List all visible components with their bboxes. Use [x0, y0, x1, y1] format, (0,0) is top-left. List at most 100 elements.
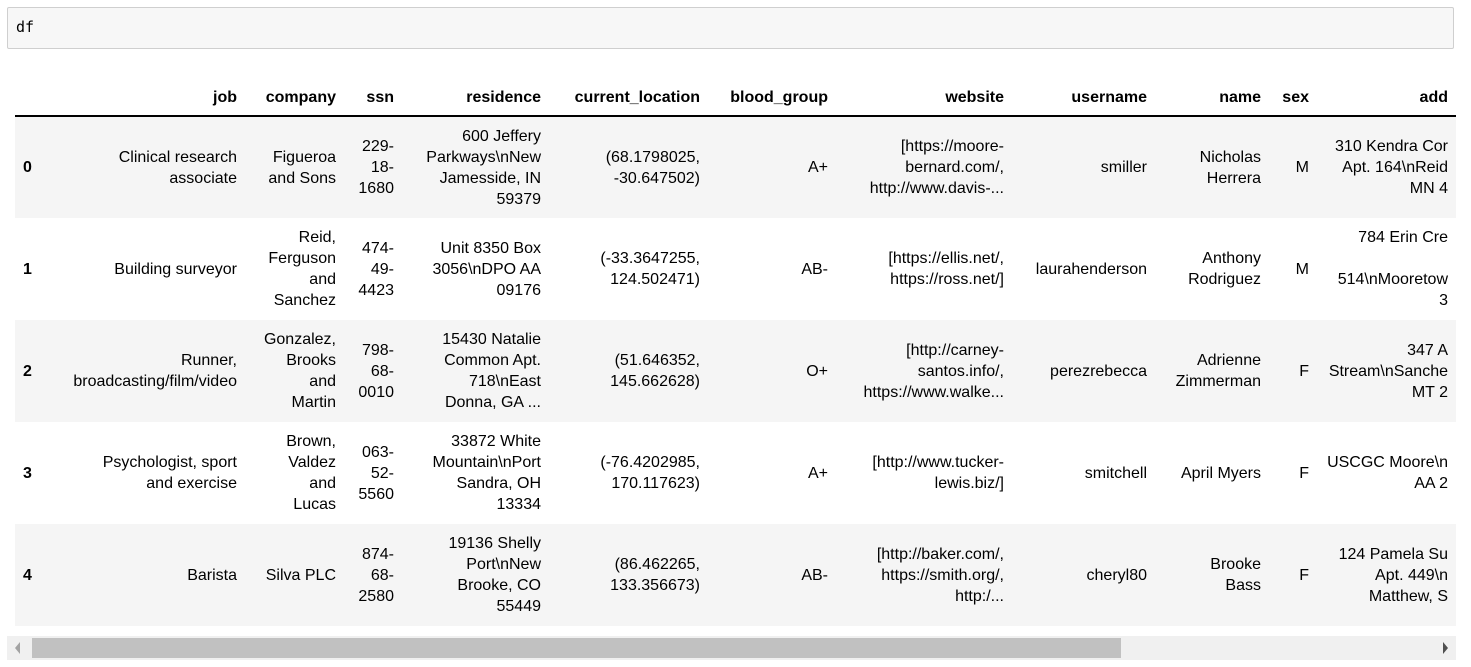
cell-line: Apt. 449\n	[1375, 566, 1448, 584]
cell-line: [http://www.tucker-	[872, 454, 1004, 471]
cell-line: and	[309, 475, 336, 492]
cell-company: Gonzalez, Brooks and Martin	[245, 320, 344, 422]
cell-line: 310 Kendra Cor	[1335, 138, 1448, 155]
cell-line: Barista	[187, 566, 237, 584]
cell-website: [http://baker.com/, https://smith.org/, ht…	[836, 524, 1012, 626]
cell-line: 063-	[361, 443, 394, 461]
cell-line: 229-	[361, 138, 394, 155]
cell-line: Reid,	[298, 229, 336, 246]
cell-line: Mountain\nPort	[432, 454, 541, 471]
table-row: 4 Barista Silva PLC 874- 68- 2580 19136 Shelly…	[15, 524, 1456, 626]
cell-line: Valdez	[288, 454, 336, 471]
cell-line: santos.info/,	[917, 362, 1004, 380]
cell-line: 133.356673)	[610, 577, 700, 594]
cell-line: Bass	[1225, 577, 1261, 594]
cell-line: [http://carney-	[906, 341, 1004, 359]
cell-line: F	[1299, 566, 1309, 584]
scrollbar-thumb[interactable]	[32, 638, 1121, 658]
cell-line: Brooks	[286, 352, 336, 369]
column-header-website: website	[836, 80, 1012, 117]
cell-line: A+	[807, 159, 828, 176]
cell-website: [http://www.tucker-lewis.biz/]	[836, 422, 1012, 524]
cell-blood_group: AB-	[708, 218, 836, 320]
cell-line: [http://baker.com/,	[876, 545, 1004, 563]
cell-add: 310 Kendra Cor Apt. 164\nReid MN 4	[1317, 116, 1456, 218]
cell-line: 13334	[496, 496, 542, 513]
cell-line: AB-	[801, 260, 828, 278]
cell-line: 3	[1439, 292, 1448, 309]
cell-username: smiller	[1012, 116, 1155, 218]
cell-name: Brooke Bass	[1155, 524, 1269, 626]
cell-ssn: 229- 18- 1680	[344, 116, 402, 218]
cell-current_location: (68.1798025, -30.647502)	[549, 116, 708, 218]
cell-line: F	[1299, 362, 1309, 380]
cell-ssn: 063- 52- 5560	[344, 422, 402, 524]
column-header-ssn: ssn	[344, 80, 402, 117]
cell-line: 68-	[370, 566, 394, 584]
cell-line: -30.647502)	[613, 169, 700, 187]
cell-line: Zimmerman	[1175, 373, 1261, 390]
cell-line: O+	[806, 362, 828, 380]
cell-add: 784 Erin Cre 514\nMooretow 3	[1317, 218, 1456, 320]
table-row: 0 Clinical research associate Figueroa and S…	[15, 116, 1456, 218]
cell-line: broadcasting/film/video	[73, 373, 237, 390]
cell-company: Brown, Valdez and Lucas	[245, 422, 344, 524]
cell-ssn: 874- 68- 2580	[344, 524, 402, 626]
cell-line: Unit 8350 Box	[440, 239, 541, 257]
cell-line: Matthew, S	[1368, 587, 1448, 605]
column-header-company: company	[245, 80, 344, 117]
cell-line: MT 2	[1411, 383, 1448, 401]
cell-line: 170.117623)	[611, 475, 700, 492]
cell-line: Jamesside, IN	[439, 169, 541, 187]
cell-line: cheryl80	[1086, 566, 1147, 584]
cell-line: AA 2	[1414, 475, 1448, 492]
cell-line: smitchell	[1084, 464, 1147, 482]
cell-line: Silva PLC	[265, 566, 336, 584]
table-row: 1 Building surveyor Reid, Ferguson and Sanche…	[15, 218, 1456, 320]
cell-line: Donna, GA ...	[444, 394, 541, 411]
cell-line: Port\nNew	[466, 556, 541, 573]
cell-line: and Sons	[268, 169, 336, 187]
cell-line: Rodriguez	[1188, 271, 1261, 288]
cell-current_location: (-33.3647255, 124.502471)	[549, 218, 708, 320]
cell-current_location: (86.462265, 133.356673)	[549, 524, 708, 626]
cell-line: Building surveyor	[114, 260, 237, 278]
code-text: df	[16, 18, 35, 36]
cell-line: and	[309, 271, 336, 288]
cell-line: 09176	[496, 281, 542, 299]
cell-line: Anthony	[1202, 250, 1261, 267]
dataframe-output: job company ssn residence current_location bl…	[15, 80, 1456, 628]
code-input-cell[interactable]: df	[7, 7, 1454, 49]
scroll-left-arrow-icon[interactable]	[15, 642, 20, 654]
cell-line: https://smith.org/,	[881, 566, 1004, 584]
cell-line: 347 A	[1407, 341, 1448, 359]
column-header-add: add	[1317, 80, 1456, 117]
cell-line: Sanchez	[273, 292, 336, 309]
cell-company: Figueroa and Sons	[245, 116, 344, 218]
column-header-index	[15, 80, 45, 117]
cell-line: 5560	[358, 485, 394, 503]
cell-line: 0010	[358, 383, 394, 401]
cell-line: 124 Pamela Su	[1338, 545, 1448, 563]
cell-line: Sandra, OH	[456, 475, 541, 492]
cell-company: Silva PLC	[245, 524, 344, 626]
horizontal-scrollbar[interactable]	[7, 636, 1456, 660]
cell-add: 124 Pamela Su Apt. 449\n Matthew, S	[1317, 524, 1456, 626]
cell-line: Clinical research	[118, 148, 237, 166]
column-header-residence: residence	[402, 80, 549, 117]
cell-line: Brown,	[286, 433, 336, 450]
row-index: 3	[23, 464, 32, 482]
cell-line: https://www.walke...	[863, 383, 1005, 401]
cell-line: and exercise	[146, 475, 237, 492]
cell-line: associate	[169, 169, 237, 187]
cell-line: 19136 Shelly	[448, 535, 541, 552]
cell-line: http://www.davis-...	[869, 180, 1004, 197]
cell-line: (-33.3647255,	[600, 250, 700, 267]
cell-line: Figueroa	[272, 148, 336, 166]
cell-username: smitchell	[1012, 422, 1155, 524]
scroll-right-arrow-icon[interactable]	[1443, 642, 1448, 654]
cell-add: 347 A Stream\nSanche MT 2	[1317, 320, 1456, 422]
cell-line: 798-	[361, 341, 394, 359]
cell-job: Psychologist, sport and exercise	[45, 422, 245, 524]
cell-blood_group: A+	[708, 422, 836, 524]
